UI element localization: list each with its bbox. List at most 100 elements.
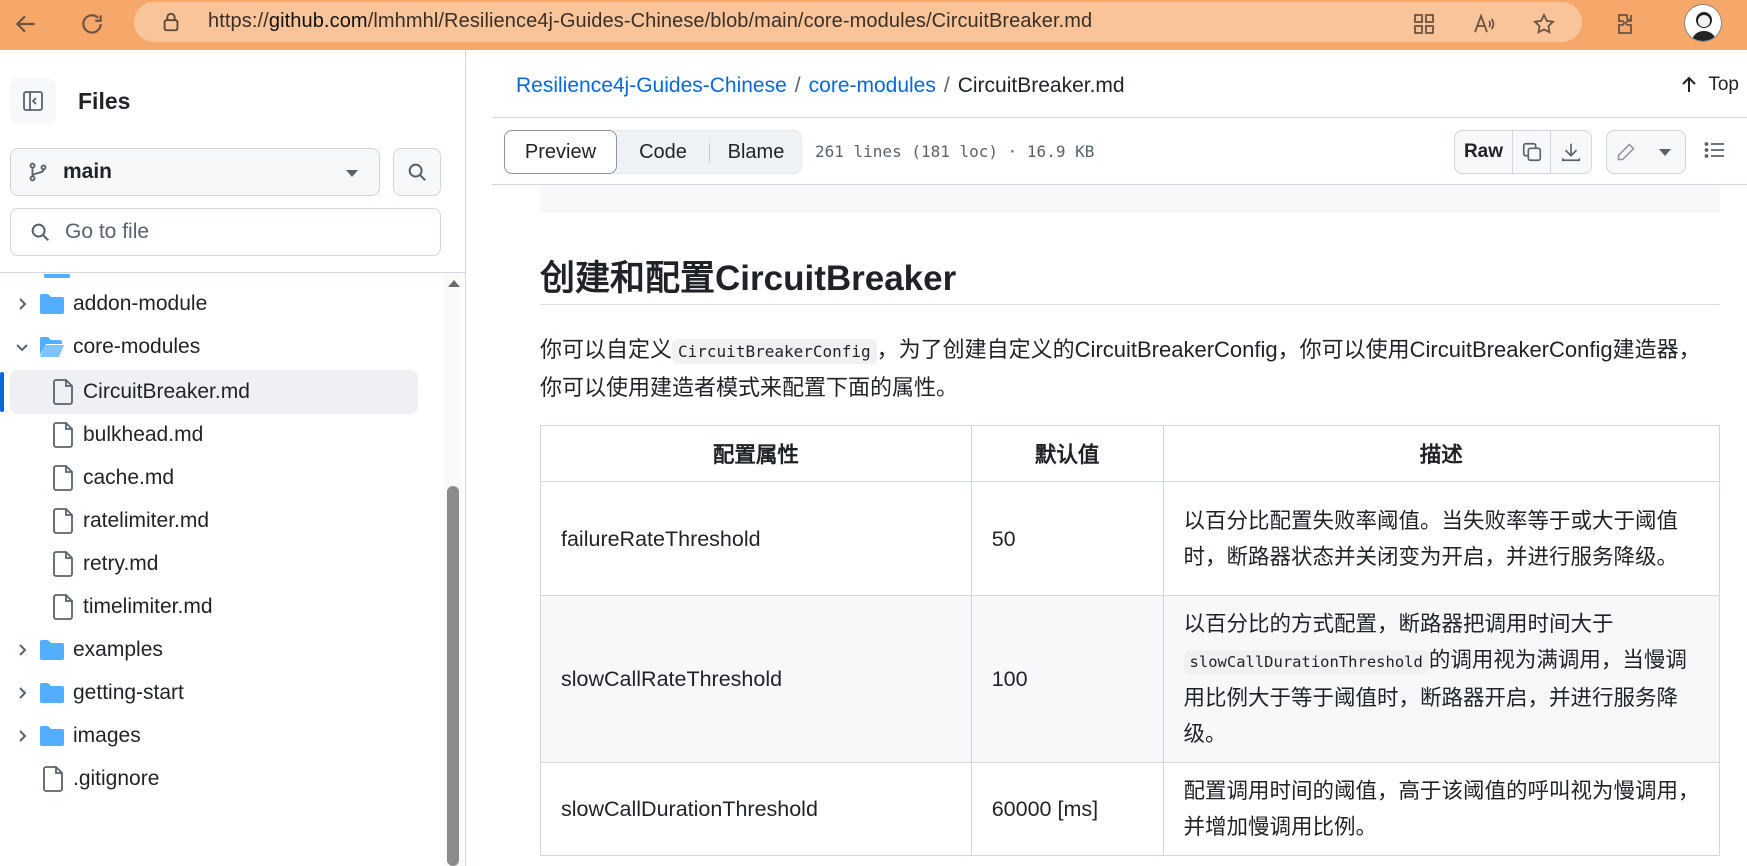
breadcrumb-folder-link[interactable]: core-modules xyxy=(809,74,936,98)
file-view: Resilience4j-Guides-Chinese / core-modul… xyxy=(492,50,1747,866)
selected-indicator xyxy=(0,372,4,412)
folder-icon xyxy=(38,636,66,664)
list-unordered-icon xyxy=(1704,142,1724,158)
file-icon xyxy=(50,550,78,578)
divider xyxy=(540,304,1720,305)
search-button[interactable] xyxy=(393,148,441,196)
file-tree: addon-module core-modules CircuitBreaker… xyxy=(0,274,442,866)
top-button[interactable]: Top xyxy=(1680,74,1739,96)
tree-item-cache-md[interactable]: cache.md xyxy=(0,456,440,500)
default-value: 50 xyxy=(970,481,1164,596)
tree-item-label: timelimiter.md xyxy=(83,595,213,618)
tree-item-retry-md[interactable]: retry.md xyxy=(0,542,440,586)
edit-more-dropdown[interactable] xyxy=(1645,131,1685,173)
favorite-star-icon[interactable] xyxy=(1528,8,1560,40)
default-value: 100 xyxy=(970,595,1164,763)
tree-item-ratelimiter-md[interactable]: ratelimiter.md xyxy=(0,499,440,543)
file-actions-group: Raw xyxy=(1454,130,1592,174)
caret-down-icon xyxy=(346,170,358,177)
edit-file-button[interactable] xyxy=(1607,131,1645,173)
raw-label: Raw xyxy=(1463,141,1504,162)
tree-item-label: core-modules xyxy=(73,335,201,358)
description-text: 以百分比的方式配置，断路器把调用时间大于 xyxy=(1183,612,1614,636)
tree-item-label: ratelimiter.md xyxy=(83,509,210,532)
inline-code: slowCallDurationThreshold xyxy=(1183,650,1429,674)
tree-item-label: .gitignore xyxy=(73,767,160,790)
tree-item-label: getting-start xyxy=(73,681,184,704)
tree-item-label: images xyxy=(73,724,141,747)
extensions-puzzle-icon[interactable] xyxy=(1610,8,1642,40)
table-header-row: 配置属性 默认值 描述 xyxy=(540,425,1721,482)
table-row: slowCallDurationThreshold 60000 [ms] 配置调… xyxy=(540,762,1721,856)
outline-button[interactable] xyxy=(1703,138,1727,167)
scroll-up-arrow-icon[interactable] xyxy=(446,276,462,294)
tree-item-label: examples xyxy=(73,638,163,661)
go-to-file-field[interactable] xyxy=(10,208,441,256)
reload-icon[interactable] xyxy=(74,6,110,42)
tab-blame[interactable]: Blame xyxy=(710,131,802,173)
read-aloud-icon[interactable] xyxy=(1468,8,1500,40)
back-arrow-icon[interactable] xyxy=(8,6,44,42)
tab-preview[interactable]: Preview xyxy=(504,130,617,174)
property-name: slowCallDurationThreshold xyxy=(540,762,972,856)
url-text[interactable]: https://github.com/lmhmhl/Resilience4j-G… xyxy=(208,10,1092,33)
files-title: Files xyxy=(78,87,131,114)
tree-item-label: CircuitBreaker.md xyxy=(83,380,250,403)
table-row: slowCallRateThreshold 100 以百分比的方式配置，断路器把… xyxy=(540,595,1721,763)
chevron-right-icon[interactable] xyxy=(12,726,32,746)
tab-code[interactable]: Code xyxy=(617,131,709,173)
file-icon xyxy=(50,507,78,535)
profile-avatar[interactable] xyxy=(1684,4,1722,42)
tree-item-bulkhead-md[interactable]: bulkhead.md xyxy=(0,413,440,457)
tree-item-core-modules[interactable]: core-modules xyxy=(0,325,440,369)
tree-item-label: bulkhead.md xyxy=(83,423,204,446)
file-icon xyxy=(50,593,78,621)
folder-icon xyxy=(44,274,70,278)
column-header: 描述 xyxy=(1162,425,1721,482)
breadcrumb-current-file: CircuitBreaker.md xyxy=(957,74,1125,97)
tree-item-getting-start[interactable]: getting-start xyxy=(0,671,440,715)
site-info-lock-icon[interactable] xyxy=(160,11,182,38)
tree-item-examples[interactable]: examples xyxy=(0,628,440,672)
edit-actions-group xyxy=(1606,130,1686,174)
breadcrumb-repo-link[interactable]: Resilience4j-Guides-Chinese xyxy=(516,74,787,98)
raw-button[interactable]: Raw xyxy=(1455,131,1513,173)
code-block xyxy=(540,185,1720,213)
description: 以百分比配置失败率阈值。当失败率等于或大于阈值时，断路器状态并关闭变为开启，并进… xyxy=(1162,481,1721,596)
table-row: failureRateThreshold 50 以百分比配置失败率阈值。当失败率… xyxy=(540,481,1721,596)
column-header: 默认值 xyxy=(970,425,1164,482)
arrow-up-icon xyxy=(1682,76,1697,92)
property-name: slowCallRateThreshold xyxy=(540,595,972,763)
tree-item-circuitbreaker-md[interactable]: CircuitBreaker.md xyxy=(10,370,418,414)
chevron-down-icon[interactable] xyxy=(12,337,32,357)
tree-item-images[interactable]: images xyxy=(0,714,440,758)
download-raw-button[interactable] xyxy=(1551,131,1591,173)
branch-selector-button[interactable]: main xyxy=(10,148,380,196)
chevron-right-icon[interactable] xyxy=(12,294,32,314)
sidebar-collapse-icon xyxy=(23,91,43,111)
file-info: 261 lines (181 loc) · 16.9 KB xyxy=(815,142,1095,161)
intro-paragraph: 你可以自定义 CircuitBreakerConfig ，为了创建自定义的Circu… xyxy=(540,332,1720,406)
file-icon xyxy=(50,464,78,492)
column-header: 配置属性 xyxy=(540,425,972,482)
collapse-sidebar-button[interactable] xyxy=(10,78,56,124)
file-icon xyxy=(50,378,78,406)
chevron-right-icon[interactable] xyxy=(12,683,32,703)
git-branch-icon xyxy=(29,162,47,182)
description: 以百分比的方式配置，断路器把调用时间大于 slowCallDurationThre… xyxy=(1162,595,1721,763)
folder-icon xyxy=(38,722,66,750)
url-host: github.com xyxy=(268,10,368,32)
apps-grid-icon[interactable] xyxy=(1408,8,1440,40)
go-to-file-input[interactable] xyxy=(65,220,405,244)
tree-item-gitignore[interactable]: .gitignore xyxy=(0,757,440,801)
tree-item-addon-module[interactable]: addon-module xyxy=(0,282,440,326)
url-scheme: https:// xyxy=(208,10,269,32)
download-icon xyxy=(1561,143,1581,162)
folder-icon xyxy=(38,290,66,318)
breadcrumb: Resilience4j-Guides-Chinese / core-modul… xyxy=(516,74,1125,98)
scrollbar-thumb[interactable] xyxy=(447,486,459,866)
copy-raw-button[interactable] xyxy=(1513,131,1551,173)
tree-item-timelimiter-md[interactable]: timelimiter.md xyxy=(0,585,440,629)
chevron-right-icon[interactable] xyxy=(12,640,32,660)
search-icon xyxy=(31,223,49,241)
